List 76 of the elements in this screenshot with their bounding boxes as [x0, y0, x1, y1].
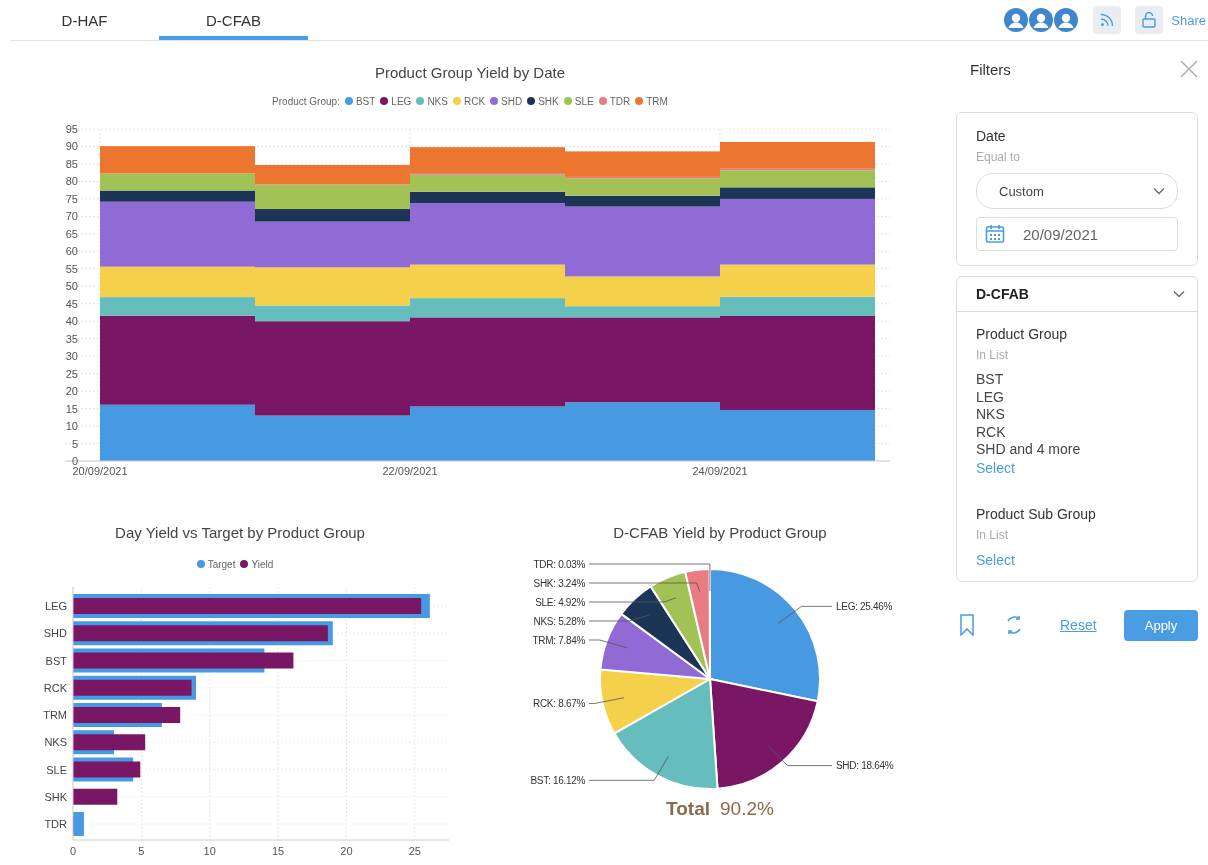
filter-label: Date: [976, 127, 1007, 145]
axis-tick-label: 20: [340, 845, 353, 857]
legend-label: LEG: [391, 95, 412, 107]
axis-tick-label: 50: [65, 280, 78, 293]
legend-label: SLE: [574, 95, 594, 107]
axis-category-label: NKS: [44, 736, 67, 749]
panel-title: Filters: [970, 60, 1011, 78]
filter-value: RCK: [976, 423, 1007, 441]
axis-tick-label: 5: [138, 845, 145, 857]
filter-label: Product Group: [976, 325, 1069, 343]
axis-tick-label: 15: [271, 845, 285, 857]
axis-category-label: TDR: [44, 818, 67, 830]
slice-label: SLE: 4.92%: [535, 596, 585, 608]
filter-operator: In List: [976, 526, 1009, 543]
legend-label: TRM: [646, 95, 668, 107]
axis-tick-label: 0: [71, 455, 78, 467]
axis-tick-label: 45: [65, 297, 78, 310]
slice-label: TDR: 0.03%: [533, 558, 585, 570]
legend-label: BST: [355, 95, 376, 107]
axis-tick-label: 25: [408, 845, 421, 857]
slice-label: NKS: 5.28%: [533, 615, 585, 627]
axis-category-label: BST: [45, 654, 67, 667]
legend-label: SHK: [538, 95, 559, 107]
slice-label: TRM: 7.84%: [532, 634, 585, 646]
axis-tick-label: 30: [65, 350, 78, 363]
slice-label: RCK: 8.67%: [532, 698, 585, 709]
axis-tick-label: 35: [65, 332, 78, 345]
legend-label: Yield: [251, 558, 274, 570]
filter-operator: Equal to: [976, 149, 1022, 165]
axis-tick-label: 0: [69, 845, 77, 857]
legend-label: TDR: [609, 95, 631, 107]
chart-title: Day Yield vs Target by Product Group: [114, 523, 366, 543]
axis-tick-label: 25: [65, 367, 78, 380]
filter-value: NKS: [976, 406, 1006, 424]
axis-tick-label: 20: [65, 385, 78, 398]
axis-tick-label: 70: [65, 210, 78, 223]
total-value: 90.2%: [720, 798, 774, 819]
axis-tick-label: 24/09/2021: [692, 465, 748, 477]
filter-value: SHD and 4 more: [976, 441, 1082, 459]
slice-label: SHD: 18.64%: [836, 760, 894, 772]
legend-label: Target: [207, 558, 236, 570]
axis-category-label: SHD: [43, 627, 67, 640]
axis-tick-label: 90: [65, 140, 78, 153]
axis-tick-label: 15: [65, 402, 78, 415]
slice-label: SHK: 3.24%: [533, 577, 585, 589]
axis-tick-label: 40: [65, 315, 78, 328]
axis-tick-label: 10: [203, 845, 216, 857]
axis-tick-label: 5: [71, 437, 78, 450]
axis-tick-label: 60: [65, 245, 78, 258]
axis-category-label: SHK: [44, 790, 67, 803]
legend-label: NKS: [427, 95, 448, 107]
axis-category-label: LEG: [45, 600, 67, 612]
axis-tick-label: 65: [65, 227, 78, 240]
slice-label: BST: 16.12%: [530, 774, 585, 786]
filter-label: Product Sub Group: [976, 504, 1097, 523]
axis-tick-label: 75: [65, 192, 78, 205]
legend-label: SHD: [501, 95, 523, 107]
legend-title: Product Group:: [272, 95, 340, 107]
filter-value: BST: [976, 371, 1005, 389]
axis-category-label: SLE: [46, 763, 67, 776]
axis-category-label: TRM: [43, 709, 67, 721]
chart-title: D-CFAB Yield by Product Group: [612, 523, 828, 543]
axis-tick-label: 80: [65, 175, 78, 188]
total-label: Total: [666, 798, 711, 819]
axis-category-label: RCK: [43, 681, 67, 694]
axis-tick-label: 55: [65, 262, 78, 275]
axis-tick-label: 10: [65, 420, 78, 433]
legend-label: RCK: [463, 95, 486, 107]
filter-value: LEG: [976, 388, 1005, 406]
chart-title: Product Group Yield by Date: [373, 63, 567, 83]
axis-tick-label: 85: [65, 157, 78, 170]
slice-label: LEG: 25.46%: [836, 600, 893, 612]
axis-tick-label: 95: [65, 123, 78, 135]
filter-operator: In List: [976, 347, 1009, 363]
axis-tick-label: 22/09/2021: [382, 465, 438, 477]
axis-tick-label: 20/09/2021: [72, 465, 128, 477]
